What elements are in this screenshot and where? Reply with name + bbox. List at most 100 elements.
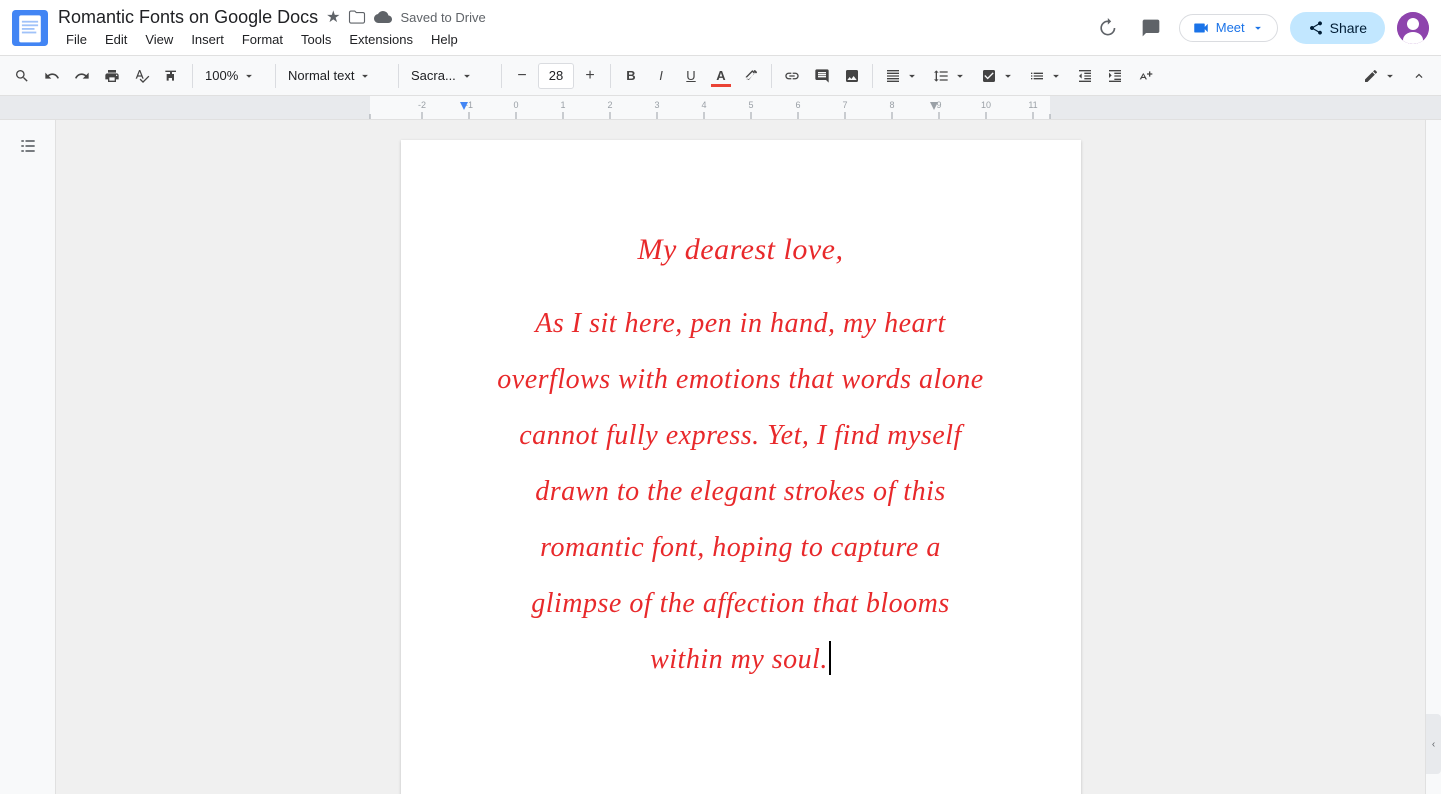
checklist-dropdown[interactable] — [975, 62, 1021, 90]
text-color-label: A — [716, 68, 725, 83]
svg-text:4: 4 — [701, 100, 706, 110]
doc-line-7: glimpse of the affection that blooms — [481, 576, 1001, 632]
zoom-level: 100% — [205, 68, 238, 83]
link-button[interactable] — [778, 62, 806, 90]
style-label: Normal text — [288, 68, 354, 83]
menu-help[interactable]: Help — [423, 30, 466, 49]
menu-file[interactable]: File — [58, 30, 95, 49]
underline-button[interactable]: U — [677, 62, 705, 90]
user-avatar[interactable] — [1397, 12, 1429, 44]
indent-increase-button[interactable] — [1101, 62, 1129, 90]
svg-text:5: 5 — [748, 100, 753, 110]
image-button[interactable] — [838, 62, 866, 90]
menu-insert[interactable]: Insert — [183, 30, 232, 49]
doc-line-6: romantic font, hoping to capture a — [481, 520, 1001, 576]
undo-button[interactable] — [38, 62, 66, 90]
line-spacing-dropdown[interactable] — [927, 62, 973, 90]
separator-6 — [771, 64, 772, 88]
doc-line-4: cannot fully express. Yet, I find myself — [481, 408, 1001, 464]
pencil-mode-dropdown[interactable] — [1357, 62, 1403, 90]
font-dropdown[interactable]: Sacra... — [405, 62, 495, 90]
comment-button[interactable] — [808, 62, 836, 90]
svg-text:9: 9 — [936, 100, 941, 110]
svg-text:0: 0 — [513, 100, 518, 110]
clear-formatting-button[interactable] — [1131, 62, 1159, 90]
separator-5 — [610, 64, 611, 88]
style-dropdown[interactable]: Normal text — [282, 62, 392, 90]
svg-text:7: 7 — [842, 100, 847, 110]
docs-icon — [12, 10, 48, 46]
text-color-underline — [711, 84, 731, 87]
title-right: Meet Share — [1091, 12, 1429, 44]
search-button[interactable] — [8, 62, 36, 90]
share-label: Share — [1330, 20, 1367, 36]
menu-extensions[interactable]: Extensions — [341, 30, 421, 49]
menu-view[interactable]: View — [137, 30, 181, 49]
title-bar: Romantic Fonts on Google Docs ★ Saved to… — [0, 0, 1441, 56]
text-cursor — [829, 641, 831, 675]
outline-button[interactable] — [12, 130, 44, 162]
left-sidebar — [0, 120, 56, 794]
right-panel: ‹ — [1425, 120, 1441, 794]
zoom-dropdown[interactable]: 100% — [199, 62, 269, 90]
folder-icon[interactable] — [348, 8, 366, 26]
toolbar-right-section — [1357, 62, 1433, 90]
bold-button[interactable]: B — [617, 62, 645, 90]
list-dropdown[interactable] — [1023, 62, 1069, 90]
spellcheck-button[interactable] — [128, 62, 156, 90]
font-label: Sacra... — [411, 68, 456, 83]
indent-decrease-button[interactable] — [1071, 62, 1099, 90]
menu-format[interactable]: Format — [234, 30, 291, 49]
toolbar: 100% Normal text Sacra... − + B I U A — [0, 56, 1441, 96]
meet-button[interactable]: Meet — [1179, 14, 1278, 42]
doc-line-5: drawn to the elegant strokes of this — [481, 464, 1001, 520]
svg-text:2: 2 — [607, 100, 612, 110]
title-section: Romantic Fonts on Google Docs ★ Saved to… — [58, 7, 1091, 49]
redo-button[interactable] — [68, 62, 96, 90]
increase-font-size-button[interactable]: + — [576, 62, 604, 90]
svg-text:6: 6 — [795, 100, 800, 110]
font-size-container: − + — [508, 62, 604, 90]
svg-text:-2: -2 — [418, 100, 426, 110]
doc-line-2: As I sit here, pen in hand, my heart — [481, 296, 1001, 352]
paint-format-button[interactable] — [158, 62, 186, 90]
document-area[interactable]: My dearest love, As I sit here, pen in h… — [56, 120, 1425, 794]
separator-7 — [872, 64, 873, 88]
separator-2 — [275, 64, 276, 88]
document-page: My dearest love, As I sit here, pen in h… — [401, 140, 1081, 794]
share-button[interactable]: Share — [1290, 12, 1385, 44]
svg-text:11: 11 — [1028, 100, 1037, 110]
menu-tools[interactable]: Tools — [293, 30, 339, 49]
doc-line-8: within my soul. — [481, 632, 1001, 688]
print-button[interactable] — [98, 62, 126, 90]
history-button[interactable] — [1091, 12, 1123, 44]
separator-3 — [398, 64, 399, 88]
star-icon[interactable]: ★ — [326, 7, 340, 27]
document-content[interactable]: My dearest love, As I sit here, pen in h… — [481, 220, 1001, 688]
main-area: My dearest love, As I sit here, pen in h… — [0, 120, 1441, 794]
menu-bar: File Edit View Insert Format Tools Exten… — [58, 30, 1091, 49]
collapse-sidebar-button[interactable]: ‹ — [1426, 714, 1441, 774]
svg-text:8: 8 — [889, 100, 894, 110]
cloud-saved-icon — [374, 8, 392, 26]
text-color-button[interactable]: A — [707, 62, 735, 90]
svg-text:1: 1 — [560, 100, 565, 110]
ruler-svg: -2 -1 0 1 2 3 4 5 6 7 8 9 10 11 — [0, 96, 1441, 120]
italic-button[interactable]: I — [647, 62, 675, 90]
svg-text:3: 3 — [654, 100, 659, 110]
chat-button[interactable] — [1135, 12, 1167, 44]
decrease-font-size-button[interactable]: − — [508, 62, 536, 90]
separator-4 — [501, 64, 502, 88]
doc-title[interactable]: Romantic Fonts on Google Docs — [58, 7, 318, 28]
alignment-dropdown[interactable] — [879, 62, 925, 90]
separator-1 — [192, 64, 193, 88]
doc-line-3: overflows with emotions that words alone — [481, 352, 1001, 408]
saved-to-drive-label: Saved to Drive — [400, 10, 485, 25]
highlight-color-button[interactable] — [737, 62, 765, 90]
collapse-toolbar-button[interactable] — [1405, 62, 1433, 90]
svg-text:10: 10 — [981, 100, 991, 110]
menu-edit[interactable]: Edit — [97, 30, 135, 49]
font-size-input[interactable] — [538, 63, 574, 89]
title-row: Romantic Fonts on Google Docs ★ Saved to… — [58, 7, 1091, 28]
meet-label: Meet — [1216, 20, 1245, 35]
